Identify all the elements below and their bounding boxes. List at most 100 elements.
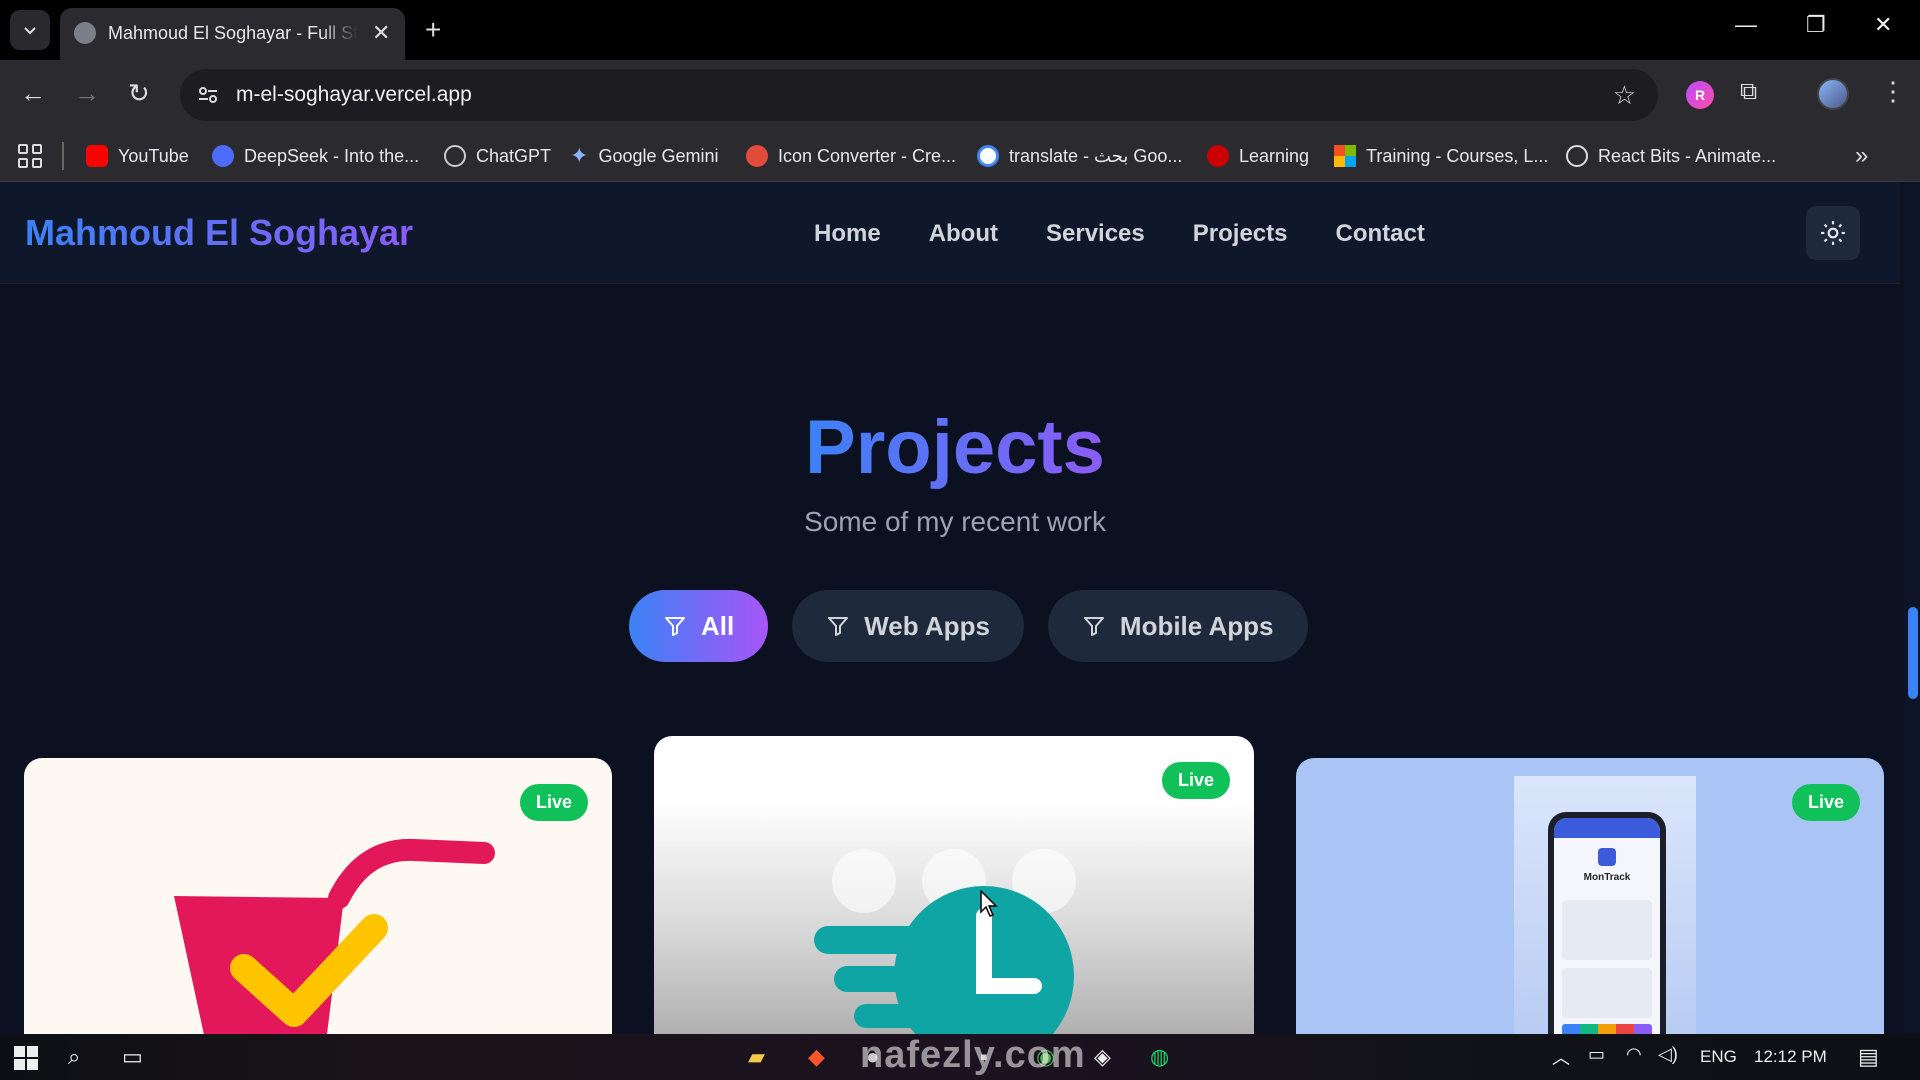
nav-home[interactable]: Home — [814, 220, 881, 248]
notifications-icon[interactable]: ▤ — [1858, 1044, 1879, 1070]
microsoft-icon — [1334, 145, 1356, 167]
bookmark-icon-converter[interactable]: Icon Converter - Cre... — [746, 140, 956, 172]
wallet-icon — [1598, 848, 1616, 866]
app-name: MonTrack — [1583, 872, 1631, 883]
close-window-button[interactable]: ✕ — [1874, 12, 1892, 38]
task-view-icon[interactable]: ▭ — [122, 1044, 143, 1070]
nav-services[interactable]: Services — [1046, 220, 1145, 248]
phone-mockup-image: MonTrack — [1514, 776, 1696, 1034]
extensions-puzzle-icon[interactable]: ⧉ — [1740, 78, 1757, 106]
bookmark-label: DeepSeek - Into the... — [244, 145, 420, 166]
bookmark-label: Training - Courses, L... — [1366, 145, 1549, 166]
more-bookmarks-icon[interactable]: » — [1855, 142, 1868, 170]
site-info-icon[interactable] — [196, 83, 220, 107]
project-card[interactable]: Live — [24, 758, 612, 1034]
project-filters: All Web Apps Mobile Apps — [629, 590, 1308, 662]
language-indicator[interactable]: ENG — [1700, 1047, 1737, 1067]
theme-toggle-button[interactable] — [1806, 206, 1860, 260]
clock[interactable]: 12:12 PM — [1754, 1047, 1827, 1067]
windows-start-icon[interactable] — [14, 1046, 38, 1070]
filter-mobile-apps-button[interactable]: Mobile Apps — [1047, 590, 1308, 662]
live-badge: Live — [1161, 762, 1230, 799]
bookmark-label: Learning — [1239, 145, 1310, 166]
bookmark-label: React Bits - Animate... — [1598, 145, 1777, 166]
tab-search-button[interactable] — [10, 10, 50, 50]
close-tab-icon[interactable]: ✕ — [372, 20, 390, 46]
nav-projects[interactable]: Projects — [1193, 220, 1288, 248]
browser-menu-icon[interactable]: ⋮ — [1880, 76, 1906, 107]
search-icon[interactable]: ⌕ — [68, 1044, 80, 1070]
nav-contact[interactable]: Contact — [1335, 220, 1424, 248]
projects-subtitle: Some of my recent work — [804, 506, 1106, 537]
wifi-icon[interactable]: ◠ — [1626, 1044, 1642, 1065]
bookmark-deepseek[interactable]: DeepSeek - Into the... — [212, 140, 419, 172]
filter-icon — [828, 617, 849, 636]
bookmark-gemini[interactable]: ✦ Google Gemini — [570, 140, 719, 172]
filter-label: All — [701, 610, 735, 641]
watermark-text: nafezly.com — [860, 1034, 1086, 1076]
cursor-app-icon[interactable]: ◈ — [1094, 1044, 1111, 1070]
tray-chevron-up-icon[interactable]: ︿ — [1552, 1044, 1570, 1070]
active-tab[interactable]: Mahmoud El Soghayar - Full Stack ✕ — [60, 8, 405, 60]
sun-icon — [1821, 221, 1845, 245]
icon-converter-icon — [746, 145, 768, 167]
nav-links: Home About Services Projects Contact — [814, 220, 1425, 248]
extension-icon[interactable]: R — [1686, 81, 1714, 109]
react-bits-icon — [1566, 145, 1588, 167]
live-badge: Live — [519, 784, 588, 821]
huawei-icon — [1207, 145, 1229, 167]
bookmark-label: translate - بحث Goo... — [1009, 145, 1183, 166]
live-badge: Live — [1791, 784, 1860, 821]
minimize-button[interactable]: — — [1735, 12, 1757, 38]
toolbar: ← → ↻ m-el-soghayar.vercel.app ☆ R ⧉ ⋮ — [0, 60, 1920, 130]
site-favicon-icon — [74, 22, 96, 44]
bookmark-star-icon[interactable]: ☆ — [1613, 80, 1636, 111]
youtube-icon — [86, 145, 108, 167]
bookmark-react-bits[interactable]: React Bits - Animate... — [1566, 140, 1776, 172]
project-card[interactable]: Live — [654, 736, 1254, 1034]
bookmarks-divider — [62, 142, 64, 170]
back-button[interactable]: ← — [20, 78, 46, 109]
bookmark-learning[interactable]: Learning — [1207, 140, 1309, 172]
project-card[interactable]: MonTrack Live — [1296, 758, 1884, 1034]
bookmark-youtube[interactable]: YouTube — [86, 140, 189, 172]
forward-button[interactable]: → — [74, 78, 100, 109]
filter-icon — [1083, 617, 1104, 636]
filter-web-apps-button[interactable]: Web Apps — [792, 590, 1024, 662]
site-navbar: Mahmoud El Soghayar Home About Services … — [0, 182, 1900, 284]
tab-bar: Mahmoud El Soghayar - Full Stack ✕ + — ❐… — [0, 0, 1920, 60]
chevron-down-icon — [24, 27, 36, 35]
projects-title-text: Projects — [805, 405, 1105, 490]
url-text: m-el-soghayar.vercel.app — [236, 83, 472, 106]
address-bar[interactable]: m-el-soghayar.vercel.app ☆ — [180, 69, 1658, 121]
volume-icon[interactable]: ◁) — [1658, 1044, 1678, 1065]
google-icon — [977, 145, 999, 167]
whatsapp-icon[interactable]: ◍ — [1150, 1044, 1169, 1070]
brave-browser-icon[interactable]: ◆ — [808, 1044, 825, 1070]
bookmark-training[interactable]: Training - Courses, L... — [1334, 140, 1548, 172]
reload-button[interactable]: ↻ — [128, 78, 150, 109]
web-page: Mahmoud El Soghayar Home About Services … — [0, 182, 1920, 1034]
bookmarks-bar: YouTube DeepSeek - Into the... ChatGPT ✦… — [0, 130, 1920, 182]
site-brand[interactable]: Mahmoud El Soghayar — [25, 212, 413, 254]
apps-grid-icon[interactable] — [18, 144, 42, 168]
mouse-cursor-icon — [980, 890, 998, 917]
nav-about[interactable]: About — [929, 220, 998, 248]
file-explorer-icon[interactable]: ▰ — [748, 1044, 765, 1070]
scrollbar-thumb[interactable] — [1908, 607, 1918, 699]
restore-button[interactable]: ❐ — [1806, 12, 1826, 38]
bookmark-label: ChatGPT — [476, 145, 552, 166]
bookmark-label: Google Gemini — [598, 145, 719, 166]
filter-icon — [665, 617, 685, 636]
new-tab-button[interactable]: + — [425, 14, 441, 46]
battery-icon[interactable]: ▭ — [1588, 1044, 1605, 1065]
tab-title: Mahmoud El Soghayar - Full Stack — [108, 23, 358, 43]
filter-label: Mobile Apps — [1119, 610, 1274, 641]
filter-all-button[interactable]: All — [629, 590, 769, 662]
bookmark-label: Icon Converter - Cre... — [778, 145, 957, 166]
bookmark-translate[interactable]: translate - بحث Goo... — [977, 140, 1182, 172]
profile-avatar[interactable] — [1817, 78, 1849, 110]
bookmark-chatgpt[interactable]: ChatGPT — [444, 140, 551, 172]
chatgpt-icon — [444, 145, 466, 167]
gemini-star-icon: ✦ — [570, 143, 589, 168]
